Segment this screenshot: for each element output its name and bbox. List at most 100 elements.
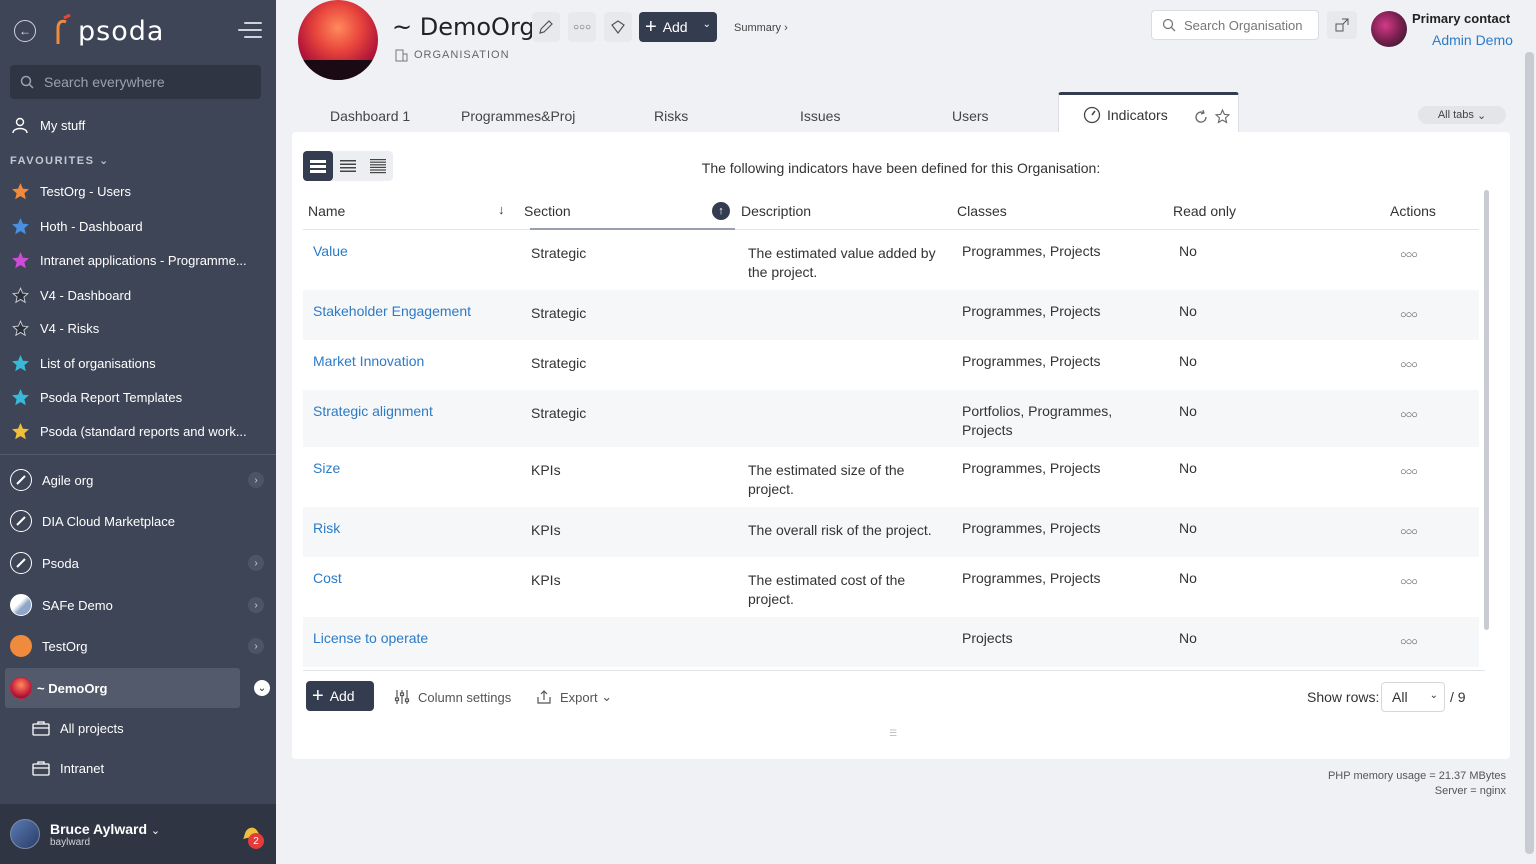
tab-indicators[interactable]: Indicators bbox=[1058, 92, 1239, 134]
row-actions-icon[interactable]: ○○○ bbox=[1400, 633, 1418, 652]
back-icon[interactable]: ← bbox=[14, 20, 36, 42]
sidebar-favourite-item[interactable]: V4 - Dashboard bbox=[0, 284, 276, 306]
sidebar-item-my-stuff[interactable]: My stuff bbox=[0, 114, 276, 136]
chevron-right-icon[interactable]: › bbox=[248, 472, 264, 488]
edit-button[interactable] bbox=[532, 12, 560, 42]
row-actions-icon[interactable]: ○○○ bbox=[1400, 463, 1418, 482]
tab-issues[interactable]: Issues bbox=[800, 108, 840, 124]
row-actions-icon[interactable]: ○○○ bbox=[1400, 246, 1418, 265]
sort-desc-icon[interactable]: ↓ bbox=[498, 202, 505, 217]
chevron-down-icon[interactable]: ⌄ bbox=[254, 680, 270, 696]
sidebar-favourite-item[interactable]: List of organisations bbox=[0, 352, 276, 374]
tag-button[interactable] bbox=[604, 12, 632, 42]
org-icon bbox=[0, 552, 42, 574]
column-header-classes[interactable]: Classes bbox=[957, 203, 1007, 219]
indicator-name-link[interactable]: Value bbox=[313, 242, 348, 261]
menu-toggle-icon[interactable] bbox=[238, 22, 262, 40]
show-rows-select[interactable]: All ⌄ bbox=[1381, 682, 1445, 712]
sidebar-org-item[interactable]: ~ DemoOrg ⌄ bbox=[5, 668, 270, 708]
indicator-name-link[interactable]: License to operate bbox=[313, 629, 428, 648]
indicator-read-only: No bbox=[1179, 303, 1197, 319]
column-header-description[interactable]: Description bbox=[741, 203, 811, 219]
star-icon bbox=[11, 319, 29, 336]
primary-contact-link[interactable]: Admin Demo bbox=[1432, 32, 1513, 48]
sidebar-favourite-item[interactable]: Hoth - Dashboard bbox=[0, 215, 276, 237]
sidebar-org-item[interactable]: Psoda › bbox=[0, 543, 276, 583]
sort-asc-icon[interactable]: ↑ bbox=[712, 202, 730, 220]
memory-usage: PHP memory usage = 21.37 MBytes bbox=[1327, 770, 1506, 782]
more-icon: ○○○ bbox=[572, 21, 592, 33]
indicator-name-link[interactable]: Size bbox=[313, 459, 340, 478]
sidebar-favourite-item[interactable]: Psoda Report Templates bbox=[0, 386, 276, 408]
table-row: Market Innovation Strategic Programmes, Pr… bbox=[303, 340, 1479, 390]
indicator-description: The estimated cost of the project. bbox=[748, 572, 906, 607]
more-options-button[interactable]: ○○○ bbox=[568, 12, 596, 42]
user-login: baylward bbox=[50, 836, 91, 848]
resize-handle-icon[interactable]: ☰ bbox=[889, 728, 901, 739]
row-actions-icon[interactable]: ○○○ bbox=[1400, 406, 1418, 425]
chevron-right-icon[interactable]: › bbox=[248, 555, 264, 571]
row-actions-icon[interactable]: ○○○ bbox=[1400, 356, 1418, 375]
column-header-section[interactable]: Section bbox=[524, 203, 571, 219]
table-scrollbar[interactable] bbox=[1484, 190, 1489, 630]
switch-view-button[interactable] bbox=[1327, 11, 1357, 39]
chevron-right-icon[interactable]: › bbox=[248, 597, 264, 613]
sidebar-item-label: Psoda Report Templates bbox=[40, 389, 183, 405]
sidebar-org-item[interactable]: Agile org › bbox=[0, 460, 276, 500]
indicator-name-link[interactable]: Stakeholder Engagement bbox=[313, 302, 471, 321]
indicator-name-link[interactable]: Strategic alignment bbox=[313, 402, 433, 421]
org-icon bbox=[0, 635, 42, 657]
export-dropdown[interactable]: Export ⌄ bbox=[536, 689, 612, 705]
indicator-section: Strategic bbox=[531, 405, 587, 421]
indicator-read-only: No bbox=[1179, 460, 1197, 476]
server-info: PHP memory usage = 21.37 MBytes Server =… bbox=[1328, 769, 1506, 799]
tab-programmes-projects[interactable]: Programmes&Proj bbox=[461, 108, 579, 124]
table-row: License to operate Projects No ○○○ bbox=[303, 617, 1479, 667]
row-actions-icon[interactable]: ○○○ bbox=[1400, 523, 1418, 542]
column-header-name[interactable]: Name bbox=[308, 203, 345, 219]
indicator-name-link[interactable]: Risk bbox=[313, 519, 340, 538]
sidebar-favourite-item[interactable]: V4 - Risks bbox=[0, 317, 276, 339]
sidebar-search-input[interactable]: Search everywhere bbox=[10, 65, 261, 99]
add-button[interactable]: + Add ⌄ bbox=[639, 12, 717, 42]
page-scrollbar[interactable] bbox=[1525, 52, 1534, 854]
add-indicator-button[interactable]: + Add bbox=[306, 681, 374, 711]
plus-icon: + bbox=[645, 16, 657, 38]
sidebar-item-label: TestOrg - Users bbox=[40, 183, 132, 199]
sidebar-item-label: Intranet applications - Programme... bbox=[40, 252, 247, 268]
chevron-right-icon[interactable]: › bbox=[248, 638, 264, 654]
sidebar-org-item[interactable]: DIA Cloud Marketplace bbox=[0, 501, 276, 541]
indicator-section: KPIs bbox=[531, 522, 561, 538]
search-organisation-input[interactable]: Search Organisation bbox=[1151, 10, 1319, 40]
sidebar-favourite-item[interactable]: Intranet applications - Programme... bbox=[0, 249, 276, 271]
tab-users[interactable]: Users bbox=[952, 108, 989, 124]
sidebar-item-label: V4 - Risks bbox=[40, 320, 100, 336]
breadcrumb[interactable]: Summary › bbox=[734, 22, 788, 34]
user-profile[interactable]: Bruce Aylward ⌄ baylward 2 bbox=[0, 804, 276, 864]
indicator-name-link[interactable]: Market Innovation bbox=[313, 352, 424, 371]
favourites-title[interactable]: FAVOURITES ⌄ bbox=[10, 154, 110, 167]
sidebar-item-intranet[interactable]: Intranet bbox=[32, 760, 104, 776]
column-header-read-only[interactable]: Read only bbox=[1173, 203, 1236, 219]
search-icon bbox=[20, 75, 34, 89]
sidebar-item-label: TestOrg bbox=[42, 638, 88, 654]
sidebar-org-item[interactable]: TestOrg › bbox=[0, 626, 276, 666]
sidebar-item-label: Psoda bbox=[42, 555, 79, 571]
refresh-icon[interactable] bbox=[1194, 110, 1208, 124]
all-tabs-dropdown[interactable]: All tabs ⌄ bbox=[1418, 106, 1506, 124]
indicator-description: The overall risk of the project. bbox=[748, 522, 932, 538]
column-settings-button[interactable]: Column settings bbox=[394, 689, 511, 705]
psoda-logo[interactable]: psoda bbox=[50, 14, 164, 48]
sidebar-favourite-item[interactable]: TestOrg - Users bbox=[0, 180, 276, 202]
indicator-name-link[interactable]: Cost bbox=[313, 569, 342, 588]
tab-dashboard[interactable]: Dashboard 1 bbox=[330, 108, 410, 124]
sidebar-item-all-projects[interactable]: All projects bbox=[32, 720, 124, 736]
row-actions-icon[interactable]: ○○○ bbox=[1400, 573, 1418, 592]
row-actions-icon[interactable]: ○○○ bbox=[1400, 306, 1418, 325]
table-row: Strategic alignment Strategic Portfolios, … bbox=[303, 390, 1479, 447]
sidebar-org-item[interactable]: SAFe Demo › bbox=[0, 585, 276, 625]
org-icon bbox=[0, 469, 42, 491]
sidebar-favourite-item[interactable]: Psoda (standard reports and work... bbox=[0, 420, 276, 442]
tab-risks[interactable]: Risks bbox=[654, 108, 688, 124]
star-icon[interactable] bbox=[1215, 109, 1230, 124]
